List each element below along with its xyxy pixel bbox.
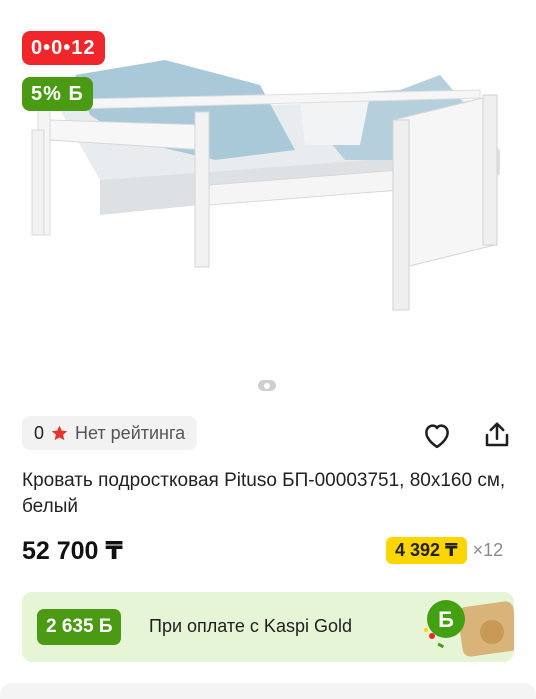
bonus-badge: 5% Б bbox=[22, 77, 93, 111]
gold-bonus-badge: 2 635 Б bbox=[37, 609, 122, 645]
rating-label: Нет рейтинга bbox=[75, 422, 186, 443]
svg-text:Б: Б bbox=[438, 607, 454, 632]
rating-count: 0 bbox=[34, 422, 45, 443]
installment-badge: 0•0•12 bbox=[22, 31, 105, 65]
heart-icon bbox=[425, 424, 449, 449]
kaspi-gold-card-icon: Б bbox=[424, 600, 514, 657]
share-button[interactable] bbox=[480, 418, 514, 452]
product-gallery[interactable]: 0•0•12 5% Б bbox=[0, 0, 536, 405]
product-title: Кровать подростковая Pituso БП-00003751,… bbox=[22, 470, 506, 517]
rating-summary[interactable]: 0 Нет рейтинга bbox=[22, 416, 198, 450]
share-icon bbox=[485, 422, 509, 447]
next-section bbox=[0, 683, 536, 699]
installment-term: ×12 bbox=[472, 540, 504, 560]
product-price: 52 700 ₸ bbox=[22, 537, 123, 565]
gold-banner-text: При оплате с Kaspi Gold bbox=[149, 616, 352, 636]
pager-dot-active bbox=[264, 382, 270, 389]
kaspi-gold-banner[interactable]: 2 635 Б При оплате с Kaspi Gold Б bbox=[22, 592, 514, 662]
star-icon bbox=[51, 425, 68, 440]
favorite-button[interactable] bbox=[420, 418, 454, 452]
gallery-pager[interactable] bbox=[258, 380, 276, 391]
monthly-payment: 4 392 ₸ bbox=[386, 537, 467, 564]
installment-info[interactable]: 4 392 ₸ ×12 bbox=[386, 537, 503, 564]
